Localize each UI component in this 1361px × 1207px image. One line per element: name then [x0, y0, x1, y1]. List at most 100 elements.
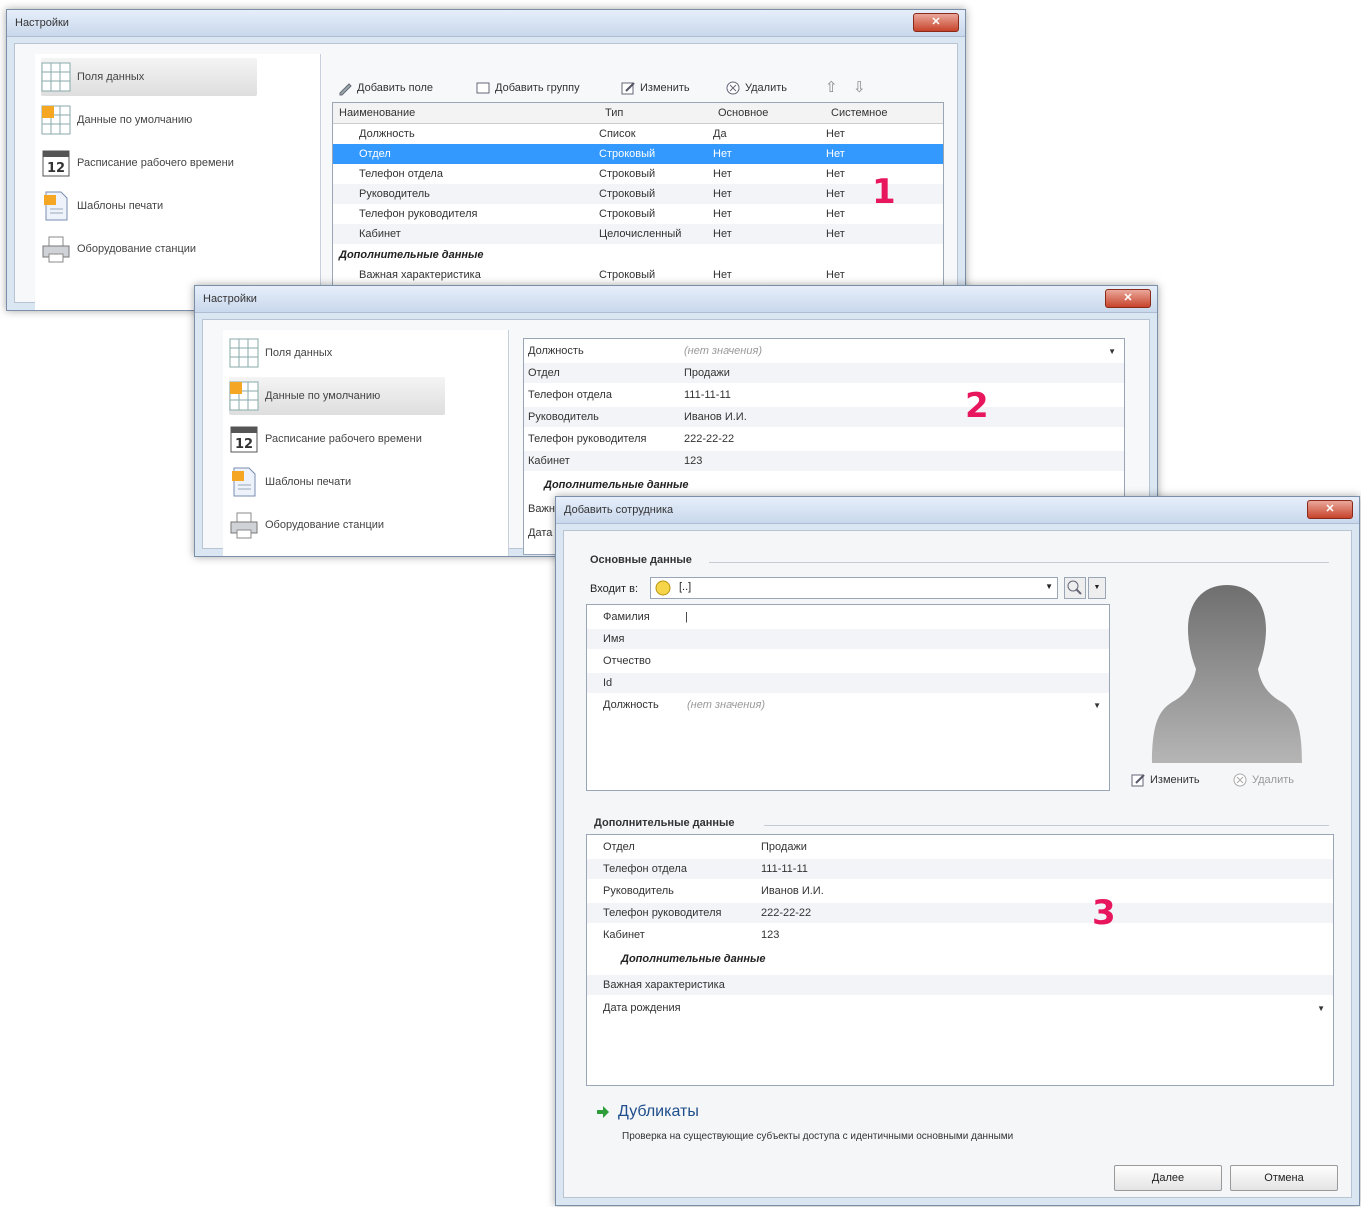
nav-item-label: Шаблоны печати	[77, 200, 164, 212]
nav-item-label: Оборудование станции	[265, 519, 385, 531]
table-row[interactable]: Руководитель Строковый Нет Нет	[333, 184, 943, 204]
nav-item-schedule[interactable]: 12 Расписание рабочего времени	[229, 420, 445, 458]
table-row[interactable]: Телефон отдела Строковый Нет Нет	[333, 164, 943, 184]
property-row[interactable]: Телефон руководителя 222-22-22	[587, 903, 1333, 923]
dropdown-arrow-icon[interactable]: ▼	[1108, 347, 1116, 356]
cell: Целочисленный	[599, 228, 682, 240]
dropdown-arrow-icon[interactable]: ▼	[1317, 1004, 1325, 1013]
property-row[interactable]: Отдел Продажи	[524, 363, 1124, 383]
next-button[interactable]: Далее	[1114, 1165, 1222, 1191]
nav-item-data-fields[interactable]: Поля данных	[41, 58, 257, 96]
group-row: Дополнительные данные	[524, 475, 1124, 495]
property-row[interactable]: Важная характеристика	[587, 975, 1333, 995]
title-bar[interactable]: Добавить сотрудника ✕	[556, 497, 1359, 524]
property-value[interactable]: (нет значения)	[684, 345, 762, 357]
cell: Нет	[826, 188, 845, 200]
photo-edit-button[interactable]: Изменить	[1130, 772, 1200, 788]
dropdown-arrow-icon[interactable]: ▼	[1093, 701, 1101, 710]
add-group-button[interactable]: Добавить группу	[475, 80, 580, 96]
nav-item-print-templates[interactable]: Шаблоны печати	[229, 463, 445, 501]
property-label: Должность	[603, 699, 659, 711]
callout-label-2: 2	[965, 386, 989, 426]
property-value[interactable]: 222-22-22	[684, 433, 734, 445]
property-value[interactable]: 111-11-11	[761, 863, 808, 875]
property-value[interactable]: 123	[684, 455, 702, 467]
nav-item-print-templates[interactable]: Шаблоны печати	[41, 187, 257, 225]
column-header[interactable]: Системное	[831, 107, 888, 119]
property-value[interactable]: Иванов И.И.	[684, 411, 747, 423]
property-row[interactable]: Id	[587, 673, 1109, 693]
property-row[interactable]: Кабинет 123	[587, 925, 1333, 945]
photo-delete-button[interactable]: Удалить	[1232, 772, 1294, 788]
window-client: Поля данных Данные по умолчанию 12 Распи…	[14, 43, 958, 310]
property-row[interactable]: Должность (нет значения) ▼	[524, 341, 1124, 361]
duplicates-link[interactable]: Дубликаты	[596, 1103, 699, 1121]
cell: Должность	[359, 128, 415, 140]
cell: Строковый	[599, 269, 656, 281]
close-button[interactable]: ✕	[1307, 500, 1353, 519]
property-row[interactable]: Имя	[587, 629, 1109, 649]
table-row-selected[interactable]: Отдел Строковый Нет Нет	[333, 144, 943, 164]
move-up-button[interactable]: ⇧	[825, 78, 838, 96]
column-header[interactable]: Тип	[605, 107, 623, 119]
property-row[interactable]: Кабинет 123	[524, 451, 1124, 471]
cell: Да	[713, 128, 727, 140]
dropdown-arrow-icon[interactable]: ▼	[1045, 582, 1053, 591]
text-cursor[interactable]: |	[685, 611, 688, 623]
property-row[interactable]: Телефон руководителя 222-22-22	[524, 429, 1124, 449]
nav-item-station-equipment[interactable]: Оборудование станции	[41, 230, 257, 268]
property-value[interactable]: 222-22-22	[761, 907, 811, 919]
table-row[interactable]: Важная характеристика Строковый Нет Нет	[333, 265, 943, 285]
nav-item-defaults[interactable]: Данные по умолчанию	[229, 377, 445, 415]
property-value[interactable]: Иванов И.И.	[761, 885, 824, 897]
property-label: Отдел	[603, 841, 635, 853]
property-row[interactable]: Руководитель Иванов И.И.	[524, 407, 1124, 427]
window-title: Настройки	[203, 293, 257, 305]
table-row[interactable]: Телефон руководителя Строковый Нет Нет	[333, 204, 943, 224]
property-label: Руководитель	[603, 885, 674, 897]
table-row[interactable]: Кабинет Целочисленный Нет Нет	[333, 224, 943, 244]
browse-dropdown-button[interactable]: ▼	[1088, 577, 1106, 599]
property-value[interactable]: Продажи	[684, 367, 730, 379]
cell: Нет	[826, 148, 845, 160]
extra-fields-grid: Отдел Продажи Телефон отдела 111-11-11 Р…	[586, 834, 1334, 1086]
nav-item-label: Поля данных	[265, 347, 333, 359]
title-bar[interactable]: Настройки ✕	[195, 286, 1157, 313]
nav-item-defaults[interactable]: Данные по умолчанию	[41, 101, 257, 139]
add-field-button[interactable]: Добавить поле	[337, 80, 433, 96]
property-row[interactable]: Телефон отдела 111-11-11	[587, 859, 1333, 879]
close-button[interactable]: ✕	[913, 13, 959, 32]
browse-button[interactable]	[1064, 577, 1086, 599]
nav-item-data-fields[interactable]: Поля данных	[229, 334, 445, 372]
add-group-label: Добавить группу	[495, 82, 580, 94]
property-row[interactable]: Должность (нет значения) ▼	[587, 695, 1109, 715]
property-label: Фамилия	[603, 611, 650, 623]
property-label: Кабинет	[528, 455, 570, 467]
property-value[interactable]: Продажи	[761, 841, 807, 853]
property-row[interactable]: Фамилия |	[587, 607, 1109, 627]
close-button[interactable]: ✕	[1105, 289, 1151, 308]
column-header[interactable]: Наименование	[339, 107, 415, 119]
property-row[interactable]: Дата рождения ▼	[587, 998, 1333, 1018]
belongs-to-select[interactable]: [..] ▼	[650, 577, 1058, 599]
table-group-row[interactable]: Дополнительные данные	[333, 245, 943, 265]
divider	[709, 562, 1329, 563]
table-row[interactable]: Должность Список Да Нет	[333, 124, 943, 144]
nav-item-schedule[interactable]: 12 Расписание рабочего времени	[41, 144, 257, 182]
pencil-icon	[339, 83, 352, 96]
move-down-button[interactable]: ⇩	[853, 78, 866, 96]
property-row[interactable]: Отдел Продажи	[587, 837, 1333, 857]
property-row[interactable]: Телефон отдела 111-11-11	[524, 385, 1124, 405]
property-row[interactable]: Руководитель Иванов И.И.	[587, 881, 1333, 901]
property-row[interactable]: Отчество	[587, 651, 1109, 671]
property-value[interactable]: 111-11-11	[684, 389, 731, 401]
property-value[interactable]: 123	[761, 929, 779, 941]
cancel-button[interactable]: Отмена	[1230, 1165, 1338, 1191]
delete-button[interactable]: Удалить	[725, 80, 787, 96]
column-header[interactable]: Основное	[718, 107, 768, 119]
search-icon	[1067, 580, 1082, 595]
property-value[interactable]: (нет значения)	[687, 699, 765, 711]
nav-item-station-equipment[interactable]: Оборудование станции	[229, 506, 445, 544]
edit-button[interactable]: Изменить	[620, 80, 690, 96]
title-bar[interactable]: Настройки ✕	[7, 10, 965, 37]
